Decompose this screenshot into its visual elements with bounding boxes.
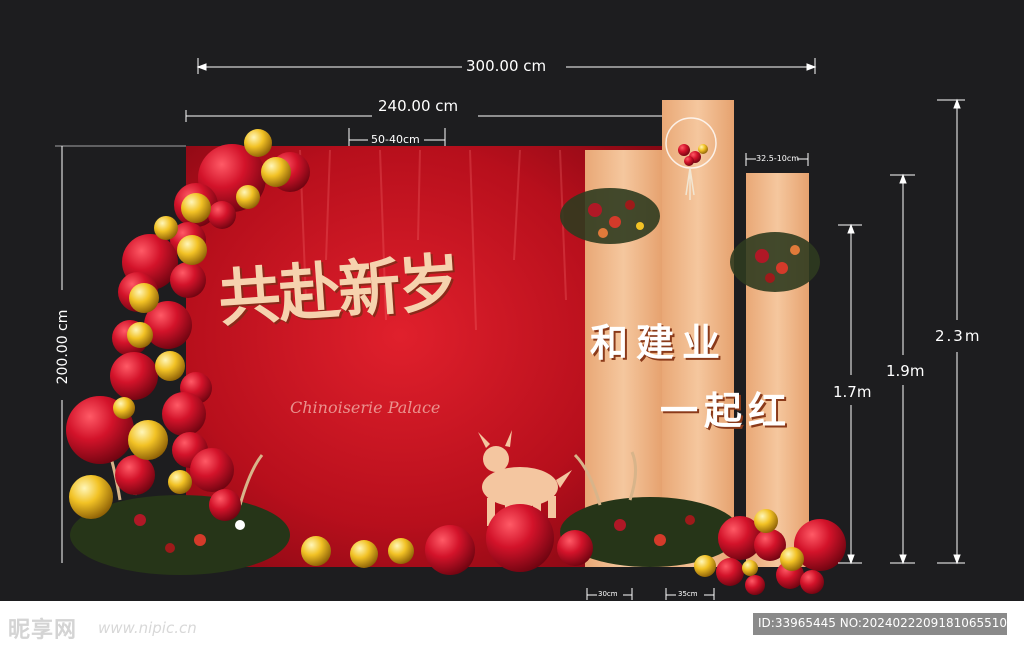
height-short-label: 1.7m <box>833 383 872 401</box>
slogan-line-1: 和建业 <box>590 320 729 365</box>
watermark-url: www.nipic.cn <box>98 619 197 637</box>
total-width-label: 300.00 cm <box>466 57 547 75</box>
base-width-label-2: 35cm <box>678 590 698 598</box>
design-canvas: 300.00 cm 240.00 cm 50-40cm 32.5-10cm 20… <box>0 0 1024 652</box>
floral-cluster-right <box>730 232 820 292</box>
watermark-logo: 昵享网 <box>8 618 78 643</box>
headline-text: 共赴新岁 <box>216 245 461 336</box>
height-tall-label: 2.3m <box>935 327 982 345</box>
image-id-text: ID:33965445 NO:20240222091810655107 <box>758 616 1015 630</box>
panel-width-label: 32.5-10cm <box>756 154 800 163</box>
cutout-width-label: 50-40cm <box>371 133 420 146</box>
backdrop-width-label: 240.00 cm <box>378 97 459 115</box>
script-text: Chinoiserie Palace <box>290 398 441 417</box>
slogan-line-2: 一起红 <box>660 388 793 433</box>
base-width-label-1: 30cm <box>598 590 618 598</box>
backdrop-height-label: 200.00 cm <box>55 309 71 385</box>
backdrop-illustration <box>0 0 1024 601</box>
floral-cluster-top <box>560 188 660 244</box>
height-mid-label: 1.9m <box>886 362 925 380</box>
